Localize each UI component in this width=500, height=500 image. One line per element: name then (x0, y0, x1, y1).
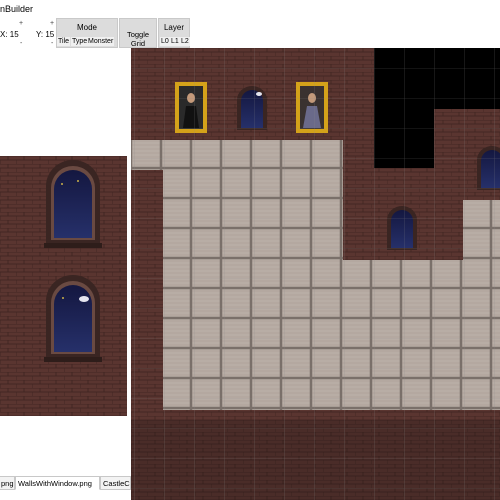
y-increment-button[interactable]: + (50, 20, 54, 27)
layer-l1-button[interactable]: L1 (170, 37, 180, 46)
toolbar: X: 15 + - Y: 15 + - Mode Tile Type Monst… (0, 18, 500, 48)
window-tile-icon (44, 160, 102, 248)
mode-monster-button[interactable]: Monster (87, 37, 115, 46)
y-decrement-button[interactable]: - (51, 40, 53, 47)
tab-label: png (1, 479, 14, 488)
x-increment-button[interactable]: + (19, 20, 23, 27)
tab-png[interactable]: png (0, 476, 15, 490)
mode-tile-button[interactable]: Tile (57, 37, 71, 46)
tileset-image (0, 156, 127, 416)
tileset-tabs: png WallsWithWindow.png CastleC (0, 476, 131, 490)
tab-label: WallsWithWindow.png (18, 479, 92, 488)
mode-label: Mode (76, 23, 97, 32)
layer-l2-button[interactable]: L2 (180, 37, 190, 46)
title-bar: nBuilder (0, 0, 500, 18)
x-coordinate-label: X: 15 (0, 30, 19, 39)
layer-group: Layer L0 L1 L2 (158, 18, 190, 48)
toggle-grid-label: Toggle Grid (126, 30, 150, 48)
tileset-panel (0, 48, 131, 500)
toggle-grid-button[interactable]: Toggle Grid (119, 18, 157, 48)
window-title: nBuilder (0, 4, 34, 14)
tileset-preview[interactable] (0, 156, 127, 416)
map-canvas[interactable] (131, 48, 500, 500)
tab-castle[interactable]: CastleC (100, 476, 131, 490)
mode-group: Mode Tile Type Monster (56, 18, 118, 48)
mode-type-button[interactable]: Type (71, 37, 89, 46)
tab-label: CastleC (103, 479, 130, 488)
tab-walls-with-window[interactable]: WallsWithWindow.png (15, 476, 100, 490)
y-coordinate-label: Y: 15 (36, 30, 55, 39)
window-tile-icon (44, 275, 102, 362)
layer-l0-button[interactable]: L0 (160, 37, 170, 46)
x-decrement-button[interactable]: - (20, 40, 22, 47)
layer-label: Layer (163, 23, 184, 32)
map-tiles (131, 48, 500, 500)
